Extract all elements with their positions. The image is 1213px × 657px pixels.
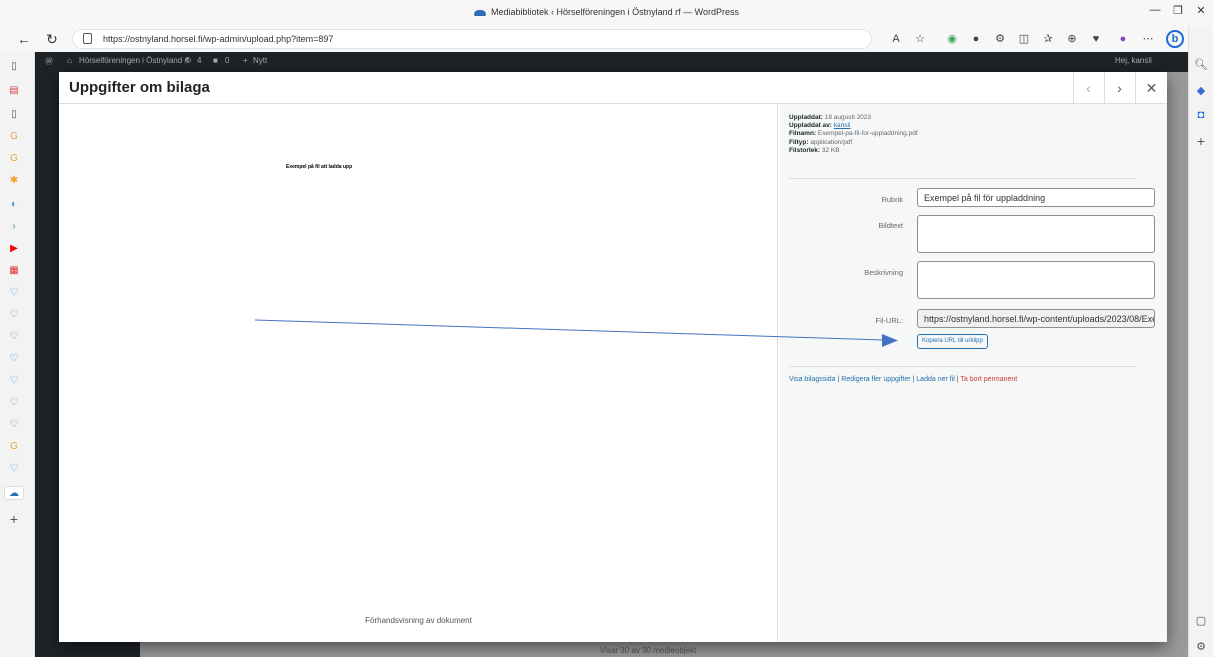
meta-filesize: Filstorlek: 32 KB	[789, 146, 840, 154]
adminbar-greeting[interactable]: Hej, kansli	[1115, 56, 1152, 65]
rubrik-label: Rubrik	[881, 195, 903, 204]
previous-attachment-button[interactable]: ‹	[1073, 72, 1103, 104]
read-aloud-icon[interactable]: A	[888, 31, 904, 47]
new-tab-icon[interactable]: +	[7, 512, 21, 526]
profile-avatar-icon[interactable]: ●	[1115, 31, 1131, 47]
meta-filetype: Filtyp: application/pdf	[789, 138, 853, 146]
shopping-icon[interactable]: ◆	[1194, 84, 1208, 98]
home-icon[interactable]: ⌂	[67, 56, 72, 65]
comments-count[interactable]: 0	[225, 56, 229, 65]
vertical-tabs: ▯ ▤ ▯ G G ✱ ◐ › ▶ ▦ ♡ ♡ ♡ ♡ ♡ ♡ ♡ G ♡ ☁ …	[0, 52, 35, 657]
collections-icon[interactable]: ⊕	[1064, 31, 1080, 47]
tab-site-icon[interactable]: ◐	[7, 198, 21, 212]
tab-pdf-icon[interactable]: ▤	[7, 84, 21, 98]
address-bar[interactable]: https://ostnyland.horsel.fi/wp-admin/upl…	[72, 29, 872, 49]
tab-site-icon[interactable]: ›	[7, 220, 21, 234]
modal-title: Uppgifter om bilaga	[69, 79, 210, 96]
address-url: https://ostnyland.horsel.fi/wp-admin/upl…	[103, 34, 334, 44]
extension-icon[interactable]: ●	[968, 31, 984, 47]
rubrik-input[interactable]: Exempel på fil för uppladdning	[917, 188, 1155, 207]
bing-chat-icon[interactable]: b	[1166, 30, 1184, 48]
edit-details-link[interactable]: Redigera fler uppgifter	[841, 376, 910, 383]
divider	[789, 178, 1135, 179]
tab-site-icon[interactable]: ♡	[7, 352, 21, 366]
edge-sidebar: 🔍︎ ◆ ◘ + ▢ ⚙	[1188, 26, 1213, 657]
attachment-details-panel: Uppladdat: 18 augusti 2023 Uppladdat av:…	[779, 104, 1167, 642]
tab-google-icon[interactable]: G	[7, 440, 21, 454]
meta-uploaded: Uppladdat: 18 augusti 2023	[789, 114, 872, 121]
favorite-star-icon[interactable]: ☆	[912, 31, 928, 47]
window-title-text: Mediabibliotek ‹ Hörselföreningen i Östn…	[491, 7, 739, 17]
uploader-link[interactable]: kansli	[834, 122, 851, 129]
favorites-icon[interactable]: ✰	[1040, 31, 1056, 47]
next-attachment-button[interactable]: ›	[1104, 72, 1134, 104]
tab-page-icon[interactable]: ▯	[7, 108, 21, 122]
divider	[789, 366, 1135, 367]
attachment-details-modal: Uppgifter om bilaga ‹ › ✕ Exempel på fil…	[59, 72, 1167, 642]
tab-site-icon[interactable]: ♡	[7, 330, 21, 344]
close-window-icon[interactable]: ✕	[1191, 4, 1211, 17]
media-count-text: Visar 30 av 30 medieobjekt	[600, 646, 697, 655]
extension-icon[interactable]: ♥	[1088, 31, 1104, 47]
tab-site-icon[interactable]: ♡	[7, 418, 21, 432]
wordpress-logo-icon[interactable]: Ⓦ	[45, 56, 53, 67]
minimize-icon[interactable]: —	[1145, 4, 1165, 16]
tab-site-icon[interactable]: ♡	[7, 286, 21, 300]
document-preview: Exempel på fil att ladda upp Förhandsvis…	[59, 104, 778, 642]
settings-gear-icon[interactable]: ⚙	[1194, 640, 1208, 654]
tab-google-icon[interactable]: G	[7, 152, 21, 166]
copy-url-button[interactable]: Kopiera URL till urklipp	[917, 334, 988, 349]
tab-site-icon[interactable]: ✱	[7, 174, 21, 188]
meta-uploaded-by: Uppladdat av: kansli	[789, 122, 851, 130]
meta-filename: Filnamn: Exempel-pa-fil-for-uppladdning.…	[789, 130, 918, 138]
beskrivning-textarea[interactable]	[917, 261, 1155, 299]
outlook-icon[interactable]: ◘	[1194, 108, 1208, 122]
tab-site-icon[interactable]: ♡	[7, 374, 21, 388]
pdf-preview-text: Exempel på fil att ladda upp	[286, 164, 353, 170]
file-meta: Uppladdat: 18 augusti 2023 Uppladdat av:…	[789, 114, 918, 155]
download-file-link[interactable]: Ladda ner fil	[916, 376, 955, 383]
tab-active-wordpress-icon[interactable]: ☁	[4, 486, 24, 500]
adminbar-new[interactable]: Nytt	[253, 56, 267, 65]
adminbar-site-name[interactable]: Hörselföreningen i Östnyland rf	[79, 56, 189, 65]
modal-header: Uppgifter om bilaga ‹ › ✕	[59, 72, 1167, 104]
tab-site-icon[interactable]: ♡	[7, 308, 21, 322]
search-icon[interactable]: 🔍︎	[1194, 58, 1208, 72]
add-sidebar-app-icon[interactable]: +	[1194, 134, 1208, 148]
sidebar-toggle-icon[interactable]: ▢	[1194, 614, 1208, 628]
tab-site-icon[interactable]: ♡	[7, 462, 21, 476]
lock-icon	[83, 33, 92, 44]
preview-caption: Förhandsvisning av dokument	[365, 616, 472, 625]
new-plus-icon[interactable]: +	[243, 56, 248, 65]
wp-admin-bar: Ⓦ ⌂ Hörselföreningen i Östnyland rf ↻ 4 …	[35, 52, 1188, 72]
comments-icon[interactable]: ■	[213, 56, 218, 65]
extensions-icon[interactable]: ⚙	[992, 31, 1008, 47]
browser-toolbar: ← ↻ https://ostnyland.horsel.fi/wp-admin…	[0, 26, 1213, 52]
window-title: Mediabibliotek ‹ Hörselföreningen i Östn…	[0, 7, 1213, 17]
tab-google-icon[interactable]: G	[7, 130, 21, 144]
browser-titlebar: Mediabibliotek ‹ Hörselföreningen i Östn…	[0, 0, 1213, 26]
extension-icon[interactable]: ◉	[944, 31, 960, 47]
tab-youtube-icon[interactable]: ▶	[7, 242, 21, 256]
bildtext-label: Bildtext	[878, 221, 903, 230]
view-attachment-link[interactable]: Visa bilagssida	[789, 376, 836, 383]
split-screen-icon[interactable]: ◫	[1016, 31, 1032, 47]
wordpress-favicon-icon	[474, 9, 487, 16]
tab-site-icon[interactable]: ▦	[7, 264, 21, 278]
updates-count[interactable]: 4	[197, 56, 201, 65]
close-modal-button[interactable]: ✕	[1135, 72, 1167, 104]
bildtext-textarea[interactable]	[917, 215, 1155, 253]
restore-icon[interactable]: ❐	[1168, 4, 1188, 17]
tab-actions-icon[interactable]: ▯	[7, 60, 21, 74]
attachment-actions: Visa bilagssida | Redigera fler uppgifte…	[789, 376, 1018, 383]
fil-url-input[interactable]: https://ostnyland.horsel.fi/wp-content/u…	[917, 309, 1155, 328]
back-icon[interactable]: ←	[14, 29, 34, 49]
more-menu-icon[interactable]: ⋯	[1140, 31, 1156, 47]
tab-site-icon[interactable]: ♡	[7, 396, 21, 410]
refresh-icon[interactable]: ↻	[42, 29, 62, 49]
delete-permanently-link[interactable]: Ta bort permanent	[960, 376, 1017, 383]
fil-url-label: Fil-URL:	[875, 316, 904, 325]
updates-icon[interactable]: ↻	[185, 56, 192, 65]
beskrivning-label: Beskrivning	[864, 268, 903, 277]
